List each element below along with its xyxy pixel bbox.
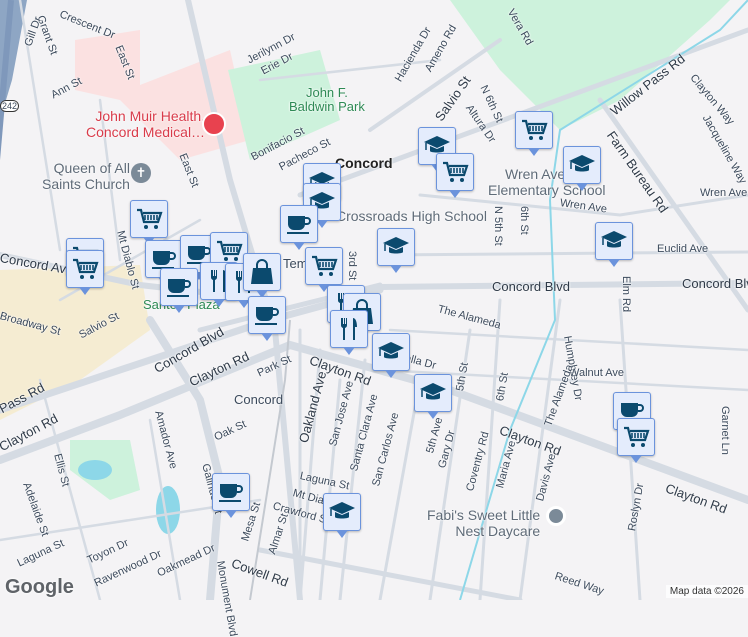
cup-marker[interactable] (160, 268, 198, 313)
school-marker[interactable] (414, 374, 452, 419)
shopping-cart-icon (71, 255, 99, 283)
graduation-cap-icon (568, 151, 596, 179)
coffee-cup-icon (217, 478, 245, 506)
street-label: Elm Rd (620, 276, 632, 313)
fork-marker[interactable] (330, 310, 368, 355)
cart-marker[interactable] (617, 418, 655, 463)
cup-marker[interactable] (212, 473, 250, 518)
graduation-cap-icon (328, 498, 356, 526)
coffee-cup-icon (285, 210, 313, 238)
cart-marker[interactable] (436, 153, 474, 198)
school-marker[interactable] (377, 228, 415, 273)
poi-park-label[interactable]: John F. Baldwin Park (289, 86, 365, 114)
street-label: Euclid Ave (657, 243, 709, 255)
graduation-cap-icon (600, 227, 628, 255)
coffee-cup-icon (253, 301, 281, 329)
poi-daycare-label[interactable]: Fabi's Sweet Little Nest Daycare (427, 507, 540, 539)
bag-marker[interactable] (243, 253, 281, 298)
school-marker[interactable] (595, 222, 633, 267)
graduation-cap-icon (382, 233, 410, 261)
hospital-pin-icon[interactable] (202, 112, 226, 136)
cart-marker[interactable] (305, 247, 343, 292)
street-label: Wren Ave (700, 187, 748, 199)
shopping-cart-icon (135, 205, 163, 233)
fork-knife-icon (335, 315, 363, 343)
church-icon[interactable]: ✝ (131, 163, 151, 183)
school-marker[interactable] (372, 333, 410, 378)
street-label: 6th St (518, 206, 530, 235)
cart-marker[interactable] (515, 111, 553, 156)
map-attribution[interactable]: Map data ©2026 (665, 585, 748, 598)
google-logo[interactable]: Google (5, 576, 74, 599)
graduation-cap-icon (419, 379, 447, 407)
shopping-cart-icon (215, 237, 243, 265)
school-marker[interactable] (323, 493, 361, 538)
poi-church-label[interactable]: Queen of All Saints Church (42, 160, 130, 192)
shopping-cart-icon (310, 252, 338, 280)
coffee-cup-icon (165, 273, 193, 301)
street-label: N 5th St (492, 206, 504, 246)
poi-school-label[interactable]: Crossroads High School (336, 208, 487, 224)
poi-hospital-label[interactable]: John Muir Health, Concord Medical… (86, 108, 205, 140)
graduation-cap-icon (377, 338, 405, 366)
cup-marker[interactable] (280, 205, 318, 250)
shopping-cart-icon (622, 423, 650, 451)
city-label: Concord (335, 155, 393, 171)
transit-station-label[interactable]: Concord (234, 392, 283, 407)
daycare-pin-icon[interactable] (546, 506, 566, 526)
highway-shield: 242 (0, 100, 20, 112)
shopping-cart-icon (520, 116, 548, 144)
street-label: Garnet Ln (719, 406, 731, 455)
school-marker[interactable] (563, 146, 601, 191)
cup-marker[interactable] (248, 296, 286, 341)
shopping-bag-icon (248, 258, 276, 286)
shopping-cart-icon (441, 158, 469, 186)
street-label: Concord Blvd (492, 279, 571, 294)
street-label: Concord Blvd (682, 276, 748, 291)
street-label: Walnut Ave (569, 367, 625, 379)
street-label: 3rd St (346, 251, 358, 281)
cart-marker[interactable] (66, 250, 104, 295)
cart-marker[interactable] (130, 200, 168, 245)
